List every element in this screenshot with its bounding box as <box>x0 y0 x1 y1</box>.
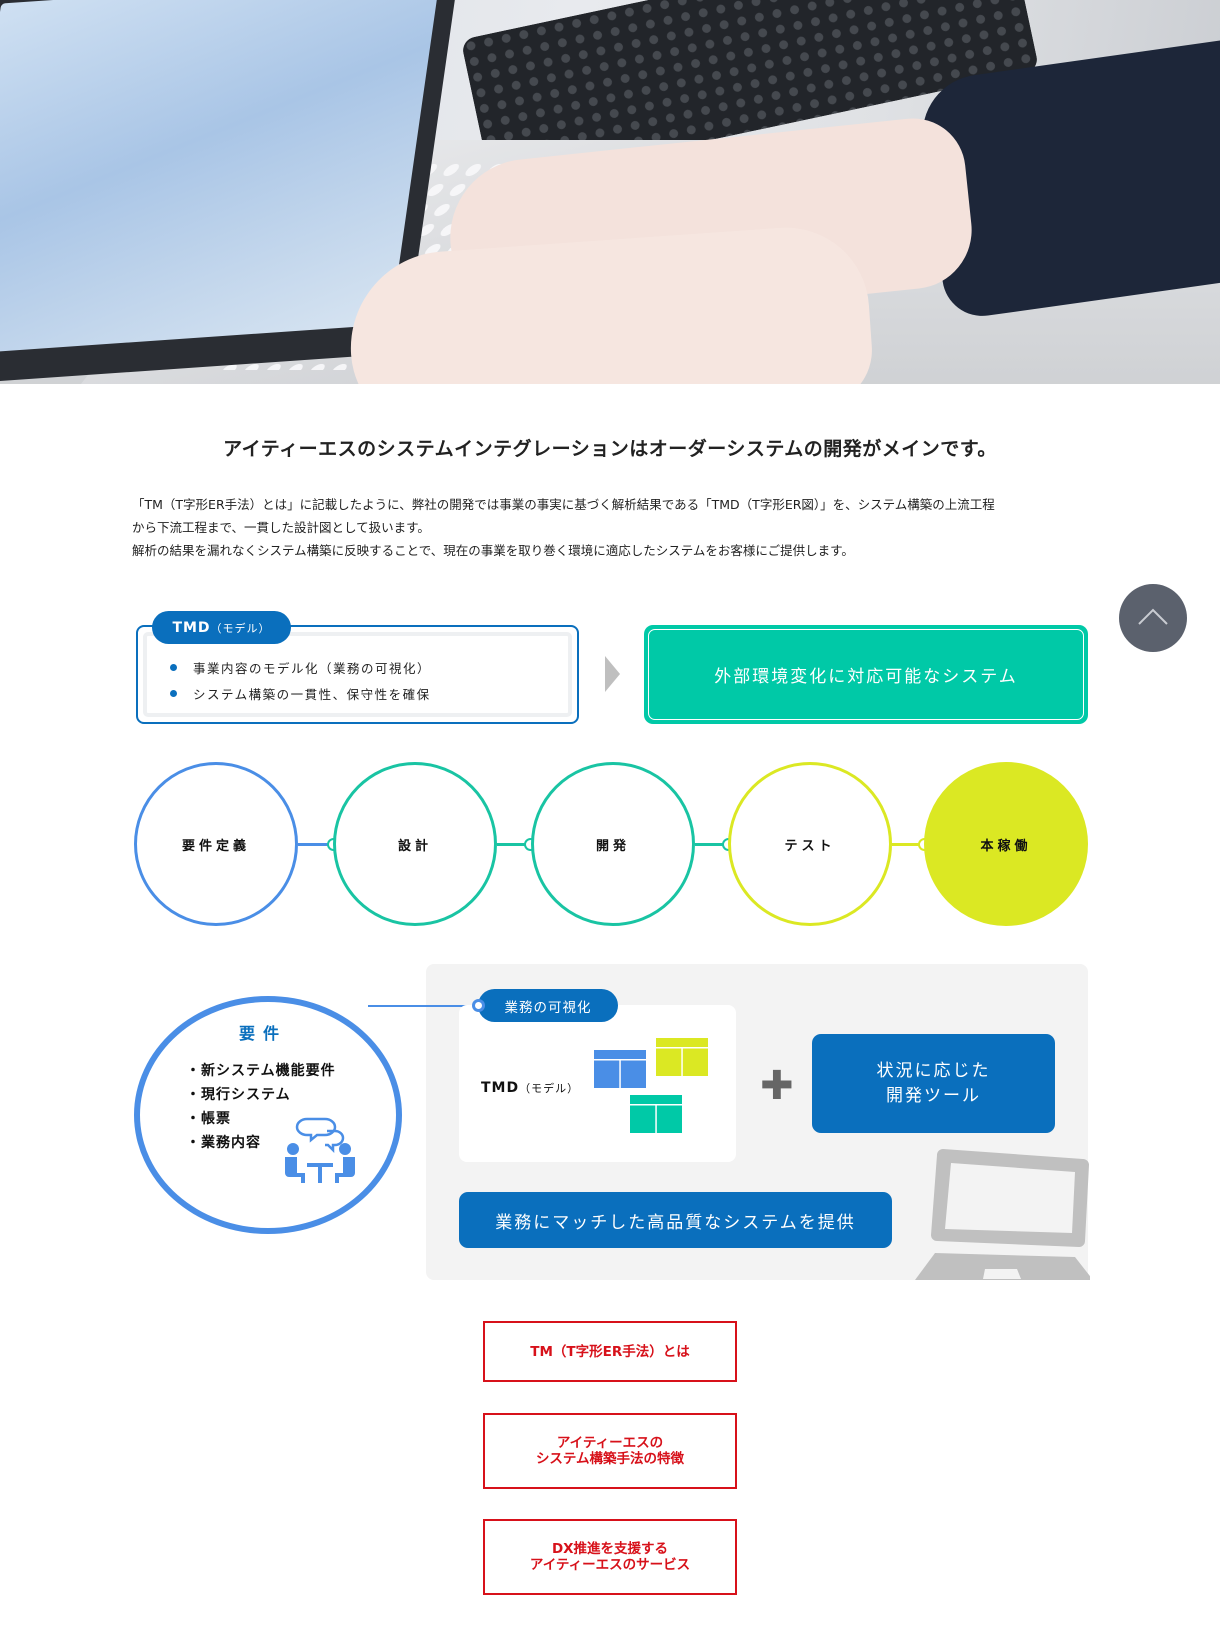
deliver-quality-system-box: 業務にマッチした高品質なシステムを提供 <box>459 1192 892 1248</box>
scroll-top-button[interactable] <box>1119 584 1187 652</box>
intro-line: 「TM（T字形ER手法）とは」に記載したように、弊社の開発では事業の事実に基づく… <box>132 497 995 512</box>
requirements-item: ・新システム機能要件 <box>186 1063 336 1079</box>
process-step-design: 設計 <box>333 762 497 926</box>
arrow-right-icon <box>605 656 620 692</box>
tmd-list-item: 事業内容のモデル化（業務の可視化） <box>170 654 431 680</box>
result-box: 外部環境変化に対応可能なシステム <box>644 625 1088 724</box>
requirements-title: 要件 <box>238 1024 287 1043</box>
tmd-list-item: システム構築の一貫性、保守性を確保 <box>170 680 431 706</box>
section-headline: アイティーエスのシステムインテグレーションはオーダーシステムの開発がメインです。 <box>223 438 997 460</box>
entity-table-icon <box>594 1050 646 1088</box>
result-label: 外部環境変化に対応可能なシステム <box>648 629 1084 720</box>
model-tag: 業務の可視化 <box>478 989 618 1022</box>
link-system-build-features[interactable]: アイティーエスの システム構築手法の特徴 <box>483 1413 737 1489</box>
dev-tool-box: 状況に応じた 開発ツール <box>812 1034 1055 1133</box>
process-step-production: 本稼働 <box>924 762 1088 926</box>
meeting-icon <box>285 1117 355 1183</box>
intro-line: 解析の結果を漏れなくシステム構築に反映することで、現在の事業を取り巻く環境に適応… <box>132 543 854 558</box>
intro-line: から下流工程まで、一貫した設計図として扱います。 <box>132 520 430 535</box>
chevron-up-icon <box>1138 608 1168 625</box>
plus-icon: ✚ <box>760 1063 794 1109</box>
model-tag-node <box>472 999 485 1012</box>
tool-box-line: 状況に応じた <box>876 1060 991 1081</box>
process-step-test: テスト <box>728 762 892 926</box>
link-tm-method[interactable]: TM（T字形ER手法）とは <box>483 1321 737 1382</box>
requirements-item: ・現行システム <box>186 1087 291 1103</box>
laptop-icon <box>915 1149 1090 1280</box>
tmd-list: 事業内容のモデル化（業務の可視化） システム構築の一貫性、保守性を確保 <box>170 654 431 706</box>
bullet-icon <box>170 663 177 671</box>
entity-table-icon <box>630 1095 682 1133</box>
tmd-tag-sub: （モデル） <box>210 621 271 635</box>
entity-table-icon <box>656 1038 708 1076</box>
bullet-icon <box>170 689 177 697</box>
intro-paragraph: 「TM（T字形ER手法）とは」に記載したように、弊社の開発では事業の事実に基づく… <box>132 493 1092 562</box>
process-step-requirements: 要件定義 <box>134 762 298 926</box>
tmd-tag-main: TMD <box>172 619 211 636</box>
link-dx-services[interactable]: DX推進を支援する アイティーエスのサービス <box>483 1519 737 1595</box>
tool-box-line: 開発ツール <box>886 1085 981 1106</box>
process-step-development: 開発 <box>531 762 695 926</box>
hero-photo <box>0 0 1220 384</box>
tmd-tag: TMD （モデル） <box>152 611 291 644</box>
model-label: TMD（モデル） <box>481 1080 580 1096</box>
